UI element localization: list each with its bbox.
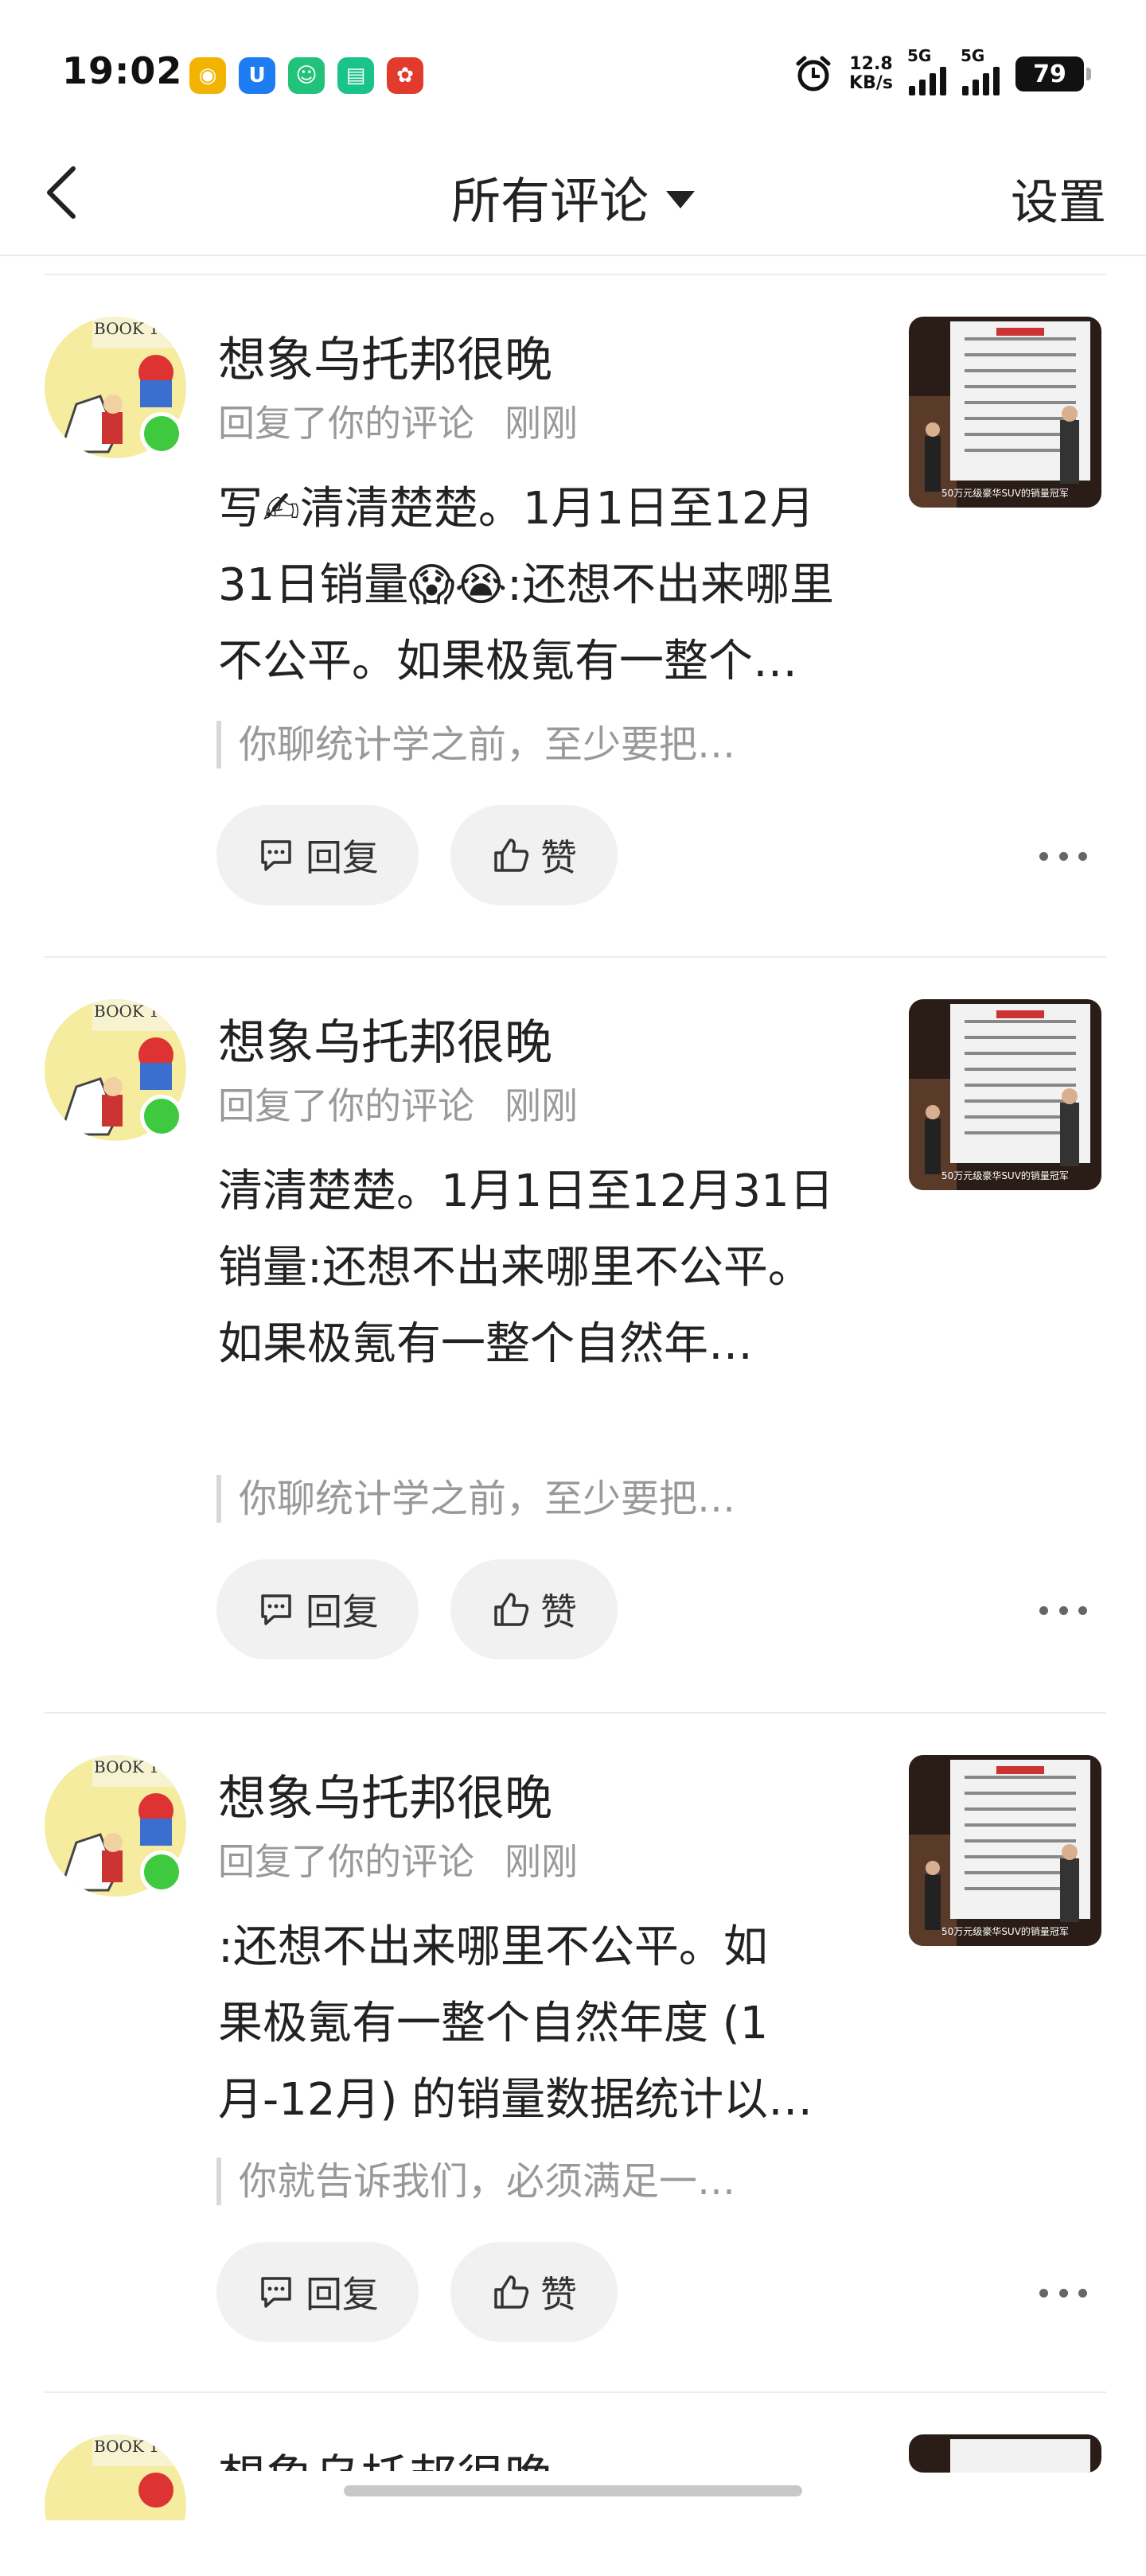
divider — [45, 956, 1106, 958]
reply-button[interactable]: 回复 — [216, 805, 419, 905]
online-status-dot — [140, 1095, 183, 1138]
username[interactable]: 想象乌托邦很晚 — [218, 1004, 552, 1073]
post-thumbnail[interactable] — [909, 2434, 1101, 2473]
more-options-icon[interactable] — [1039, 2285, 1087, 2301]
online-status-dot — [140, 1850, 183, 1893]
username[interactable]: 想象乌托邦很晚 — [218, 321, 552, 391]
quoted-comment[interactable]: 你聊统计学之前，至少要把… — [216, 721, 735, 769]
post-thumbnail[interactable]: 50万元级豪华SUV的销量冠军 — [909, 317, 1101, 508]
timestamp: 刚刚 — [505, 1840, 578, 1883]
comment-text[interactable]: 写✍清清楚楚。1月1日至12月 31日销量😱😭:还想不出来哪里 不公平。如果极氪… — [218, 471, 871, 700]
signal-icon: 5G — [907, 46, 946, 95]
svg-text:50万元级豪华SUV的销量冠军: 50万元级豪华SUV的销量冠军 — [941, 1925, 1069, 1937]
comment-meta: 回复了你的评论 刚刚 — [218, 402, 578, 445]
header: 所有评论 设置 — [0, 143, 1146, 256]
like-button[interactable]: 赞 — [450, 2242, 618, 2342]
comment-filter-dropdown[interactable]: 所有评论 — [0, 161, 1146, 232]
app-shield-icon: U — [239, 57, 275, 94]
divider — [45, 2391, 1106, 2393]
timestamp: 刚刚 — [505, 402, 578, 445]
svg-text:50万元级豪华SUV的销量冠军: 50万元级豪华SUV的销量冠军 — [941, 487, 1069, 499]
signal-icon: 5G — [961, 46, 1000, 95]
online-status-dot — [140, 412, 183, 455]
post-thumbnail[interactable]: 50万元级豪华SUV的销量冠军 — [909, 999, 1101, 1190]
like-label: 赞 — [540, 1590, 577, 1633]
reply-label: 回复 — [306, 1590, 379, 1633]
reply-label: 回复 — [306, 2273, 379, 2316]
comment-text[interactable]: 清清楚楚。1月1日至12月31日 销量:还想不出来哪里不公平。 如果极氪有一整个… — [218, 1154, 871, 1383]
username[interactable]: 想象乌托邦很晚 — [218, 1760, 552, 1829]
more-options-icon[interactable] — [1039, 1602, 1087, 1618]
svg-text:BOOK 1: BOOK 1 — [94, 2437, 159, 2456]
svg-text:50万元级豪华SUV的销量冠军: 50万元级豪华SUV的销量冠军 — [941, 1169, 1069, 1181]
more-options-icon[interactable] — [1039, 848, 1087, 864]
timestamp: 刚刚 — [505, 1084, 578, 1127]
battery-icon: 79 — [1015, 56, 1091, 91]
quoted-comment[interactable]: 你就告诉我们，必须满足一… — [216, 2158, 735, 2205]
clock: 19:02 — [62, 49, 183, 92]
red-app-icon: ✿ — [387, 57, 423, 94]
comment-meta: 回复了你的评论 刚刚 — [218, 1084, 578, 1127]
thumbs-up-icon — [494, 1593, 529, 1626]
reply-label: 回复 — [306, 836, 379, 879]
chat-icon: ▤ — [337, 57, 374, 94]
comment-icon — [261, 1594, 291, 1625]
alarm-icon — [796, 56, 831, 91]
like-button[interactable]: 赞 — [450, 805, 618, 905]
weibo-icon: ◉ — [189, 57, 226, 94]
caret-down-icon — [666, 190, 695, 208]
page-title: 所有评论 — [450, 172, 649, 230]
post-thumbnail[interactable]: 50万元级豪华SUV的销量冠军 — [909, 1755, 1101, 1946]
settings-button[interactable]: 设置 — [1011, 164, 1106, 233]
reply-button[interactable]: 回复 — [216, 2242, 419, 2342]
like-label: 赞 — [540, 836, 577, 879]
divider — [45, 274, 1106, 275]
quoted-comment[interactable]: 你聊统计学之前，至少要把… — [216, 1475, 735, 1523]
divider — [45, 1712, 1106, 1714]
status-bar: 19:02 ◉ U ☺ ▤ ✿ 12.8 KB/s 5G 5G 79 — [0, 0, 1146, 127]
comment-meta: 回复了你的评论 刚刚 — [218, 1840, 578, 1883]
like-label: 赞 — [540, 2273, 577, 2316]
username[interactable]: 想象乌托邦很晚 — [218, 2439, 552, 2471]
notification-icons: ◉ U ☺ ▤ ✿ — [189, 57, 423, 94]
svg-text:BOOK 1: BOOK 1 — [94, 319, 159, 338]
thumbs-up-icon — [494, 2275, 529, 2309]
like-button[interactable]: 赞 — [450, 1559, 618, 1660]
network-speed: 12.8 KB/s — [849, 54, 893, 93]
svg-text:BOOK 1: BOOK 1 — [94, 1757, 159, 1776]
app-green-icon: ☺ — [288, 57, 325, 94]
comment-icon — [261, 2277, 291, 2308]
svg-text:BOOK 1: BOOK 1 — [94, 1002, 159, 1021]
thumbs-up-icon — [494, 839, 529, 872]
home-indicator[interactable] — [344, 2485, 802, 2496]
comment-icon — [261, 840, 291, 871]
reply-button[interactable]: 回复 — [216, 1559, 419, 1660]
avatar[interactable]: BOOK 1 — [45, 2434, 186, 2520]
comment-text[interactable]: :还想不出来哪里不公平。如 果极氪有一整个自然年度 (1 月-12月) 的销量数… — [218, 1909, 871, 2138]
